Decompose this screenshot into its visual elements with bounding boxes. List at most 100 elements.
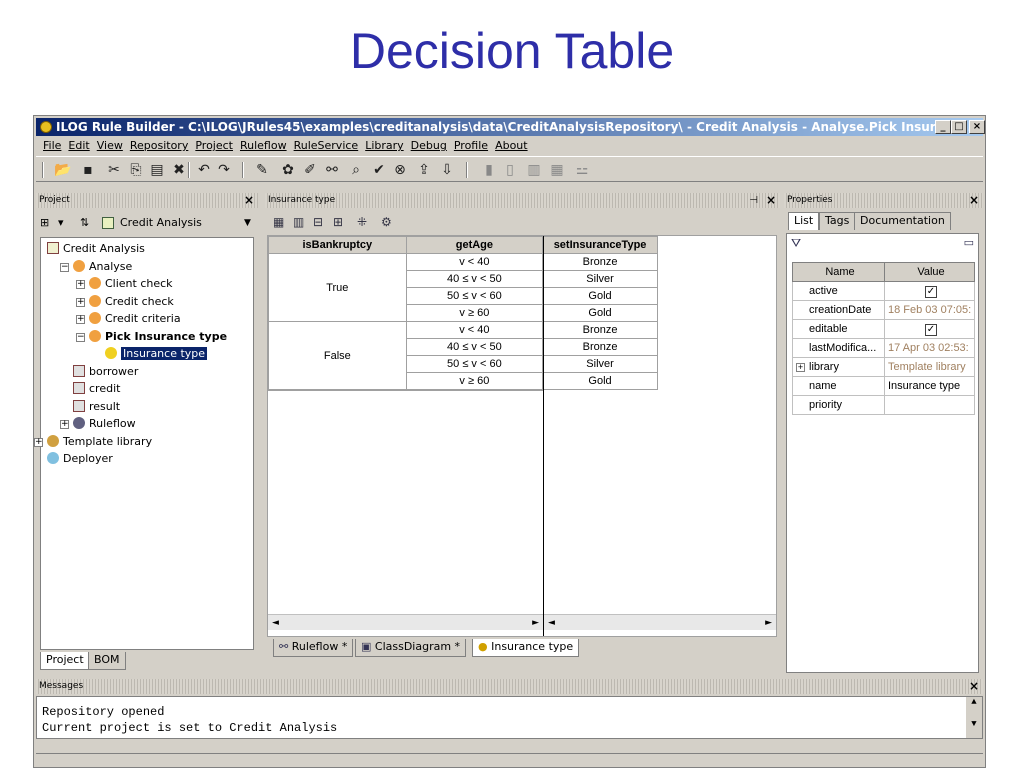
filter-icon[interactable]: ▾ xyxy=(58,213,64,233)
collapse-icon[interactable]: − xyxy=(76,332,85,342)
tree-item[interactable]: Analyse xyxy=(73,259,132,274)
tree-item[interactable]: Template library xyxy=(47,434,152,449)
paste-icon[interactable]: ▤ xyxy=(149,162,165,178)
menu-repository[interactable]: Repository xyxy=(130,139,189,152)
name-column-header[interactable]: Name xyxy=(792,262,885,282)
property-value[interactable]: 18 Feb 03 07:05: xyxy=(884,300,975,320)
scroll-right-icon[interactable]: ► xyxy=(765,615,772,631)
tree-item[interactable]: credit xyxy=(73,382,120,396)
property-row[interactable]: lastModifica... 17 Apr 03 02:53: xyxy=(792,338,975,358)
new-package-icon[interactable]: ✐ xyxy=(302,162,318,178)
insert-column-icon[interactable]: ▥ xyxy=(293,212,304,232)
scroll-right-icon[interactable]: ► xyxy=(532,615,539,631)
tree-item[interactable]: borrower xyxy=(73,364,138,379)
menu-view[interactable]: View xyxy=(97,139,123,152)
maximize-button[interactable]: □ xyxy=(951,120,967,134)
property-row[interactable]: active ✓ xyxy=(792,281,975,301)
property-value[interactable]: Insurance type xyxy=(884,376,975,396)
insurance-cell[interactable]: Bronze xyxy=(542,321,658,339)
tab-project[interactable]: Project xyxy=(40,652,90,670)
insurance-cell[interactable]: Bronze xyxy=(542,253,658,271)
delete-icon[interactable]: ✖ xyxy=(171,162,187,178)
age-cell[interactable]: v < 40 xyxy=(405,321,544,339)
tree-item[interactable]: result xyxy=(73,399,120,414)
age-cell[interactable]: 40 ≤ v < 50 xyxy=(405,270,544,288)
tree-item[interactable]: Ruleflow xyxy=(73,417,136,431)
redo-icon[interactable]: ↷ xyxy=(216,162,232,178)
property-value[interactable] xyxy=(884,395,975,415)
insurance-cell[interactable]: Gold xyxy=(542,304,658,322)
property-value[interactable]: 17 Apr 03 02:53: xyxy=(884,338,975,358)
undo-icon[interactable]: ↶ xyxy=(196,162,212,178)
minimize-button[interactable]: _ xyxy=(935,120,951,134)
menu-library[interactable]: Library xyxy=(365,139,403,152)
bookmark-icon[interactable]: ▮ xyxy=(481,162,497,178)
copy-icon[interactable]: ⎘ xyxy=(128,162,144,178)
condition-cell[interactable]: False xyxy=(268,321,407,390)
tab-tags[interactable]: Tags xyxy=(819,212,856,230)
property-row[interactable]: editable ✓ xyxy=(792,319,975,339)
value-column-header[interactable]: Value xyxy=(884,262,975,282)
view-icon[interactable]: ▭ xyxy=(964,236,974,249)
merge-icon[interactable]: ⁜ xyxy=(357,212,367,232)
age-cell[interactable]: 40 ≤ v < 50 xyxy=(405,338,544,356)
scroll-down-icon[interactable]: ▼ xyxy=(966,719,982,729)
vertical-scrollbar[interactable]: ▲ ▼ xyxy=(966,697,982,738)
menu-about[interactable]: About xyxy=(495,139,528,152)
properties-icon[interactable]: ⚙ xyxy=(381,212,392,232)
expand-icon[interactable]: + xyxy=(60,420,69,429)
page-icon[interactable]: ▥ xyxy=(526,162,542,178)
tab-documentation[interactable]: Documentation xyxy=(854,212,951,230)
tab-editor-1[interactable]: ▣ ClassDiagram * xyxy=(355,639,467,657)
collapse-icon[interactable]: − xyxy=(60,262,69,272)
close-icon[interactable]: × xyxy=(244,193,254,208)
tree-item[interactable]: Pick Insurance type xyxy=(89,329,227,344)
open-icon[interactable]: 📂 xyxy=(54,162,71,178)
table-icon[interactable]: ▦ xyxy=(549,162,565,178)
menu-debug[interactable]: Debug xyxy=(411,139,447,152)
tree-item[interactable]: Credit Analysis xyxy=(47,242,145,256)
age-cell[interactable]: v < 40 xyxy=(405,253,544,271)
tab-list[interactable]: List xyxy=(788,212,820,230)
menu-ruleservice[interactable]: RuleService xyxy=(294,139,359,152)
age-cell[interactable]: v ≥ 60 xyxy=(405,372,544,390)
insurance-cell[interactable]: Silver xyxy=(542,270,658,288)
scroll-up-icon[interactable]: ▲ xyxy=(966,697,982,707)
window-titlebar[interactable]: ILOG Rule Builder - C:\ILOG\JRules45\exa… xyxy=(36,118,983,136)
expand-icon[interactable]: + xyxy=(76,297,85,307)
expand-icon[interactable]: + xyxy=(76,280,85,289)
expand-icon[interactable]: + xyxy=(76,315,85,324)
hierarchy-icon[interactable]: ⚯ xyxy=(324,162,340,178)
table-icon[interactable]: ⊞ xyxy=(333,212,343,232)
table-header-0[interactable]: isBankruptcy xyxy=(268,236,407,254)
find-icon[interactable]: ⌕ xyxy=(348,162,364,178)
filter-icon[interactable]: ⛛ xyxy=(791,236,801,251)
property-value[interactable]: ✓ xyxy=(884,319,975,339)
scroll-left-icon[interactable]: ◄ xyxy=(548,615,555,631)
error-icon[interactable]: ⊗ xyxy=(392,162,408,178)
close-icon[interactable]: × xyxy=(969,679,979,694)
project-combo[interactable]: Credit Analysis xyxy=(120,213,202,233)
property-row[interactable]: name Insurance type xyxy=(792,376,975,396)
close-icon[interactable]: × xyxy=(766,193,776,208)
menu-ruleflow[interactable]: Ruleflow xyxy=(240,139,287,152)
import-icon[interactable]: ⇩ xyxy=(439,162,455,178)
tree-icon[interactable]: ⚍ xyxy=(574,162,590,178)
tree-item[interactable]: Client check xyxy=(89,277,173,291)
property-row[interactable]: + library Template library xyxy=(792,357,975,377)
checkbox[interactable]: ✓ xyxy=(925,285,937,298)
scroll-left-icon[interactable]: ◄ xyxy=(272,615,279,631)
chevron-down-icon[interactable]: ▼ xyxy=(244,213,251,233)
tree-item[interactable]: Credit criteria xyxy=(89,312,181,326)
menu-file[interactable]: File xyxy=(43,139,61,152)
tab-editor-0[interactable]: ⚯ Ruleflow * xyxy=(273,639,354,657)
insurance-cell[interactable]: Gold xyxy=(542,287,658,305)
expand-icon[interactable]: + xyxy=(796,363,805,372)
save-icon[interactable]: ▪ xyxy=(80,162,96,178)
tree-view-icon[interactable]: ⊞ xyxy=(40,213,49,233)
expand-icon[interactable]: + xyxy=(34,437,43,447)
export-icon[interactable]: ⇪ xyxy=(416,162,432,178)
checkbox[interactable]: ✓ xyxy=(925,323,937,336)
horizontal-scrollbar[interactable]: ◄ ► xyxy=(268,614,543,630)
insurance-cell[interactable]: Bronze xyxy=(542,338,658,356)
